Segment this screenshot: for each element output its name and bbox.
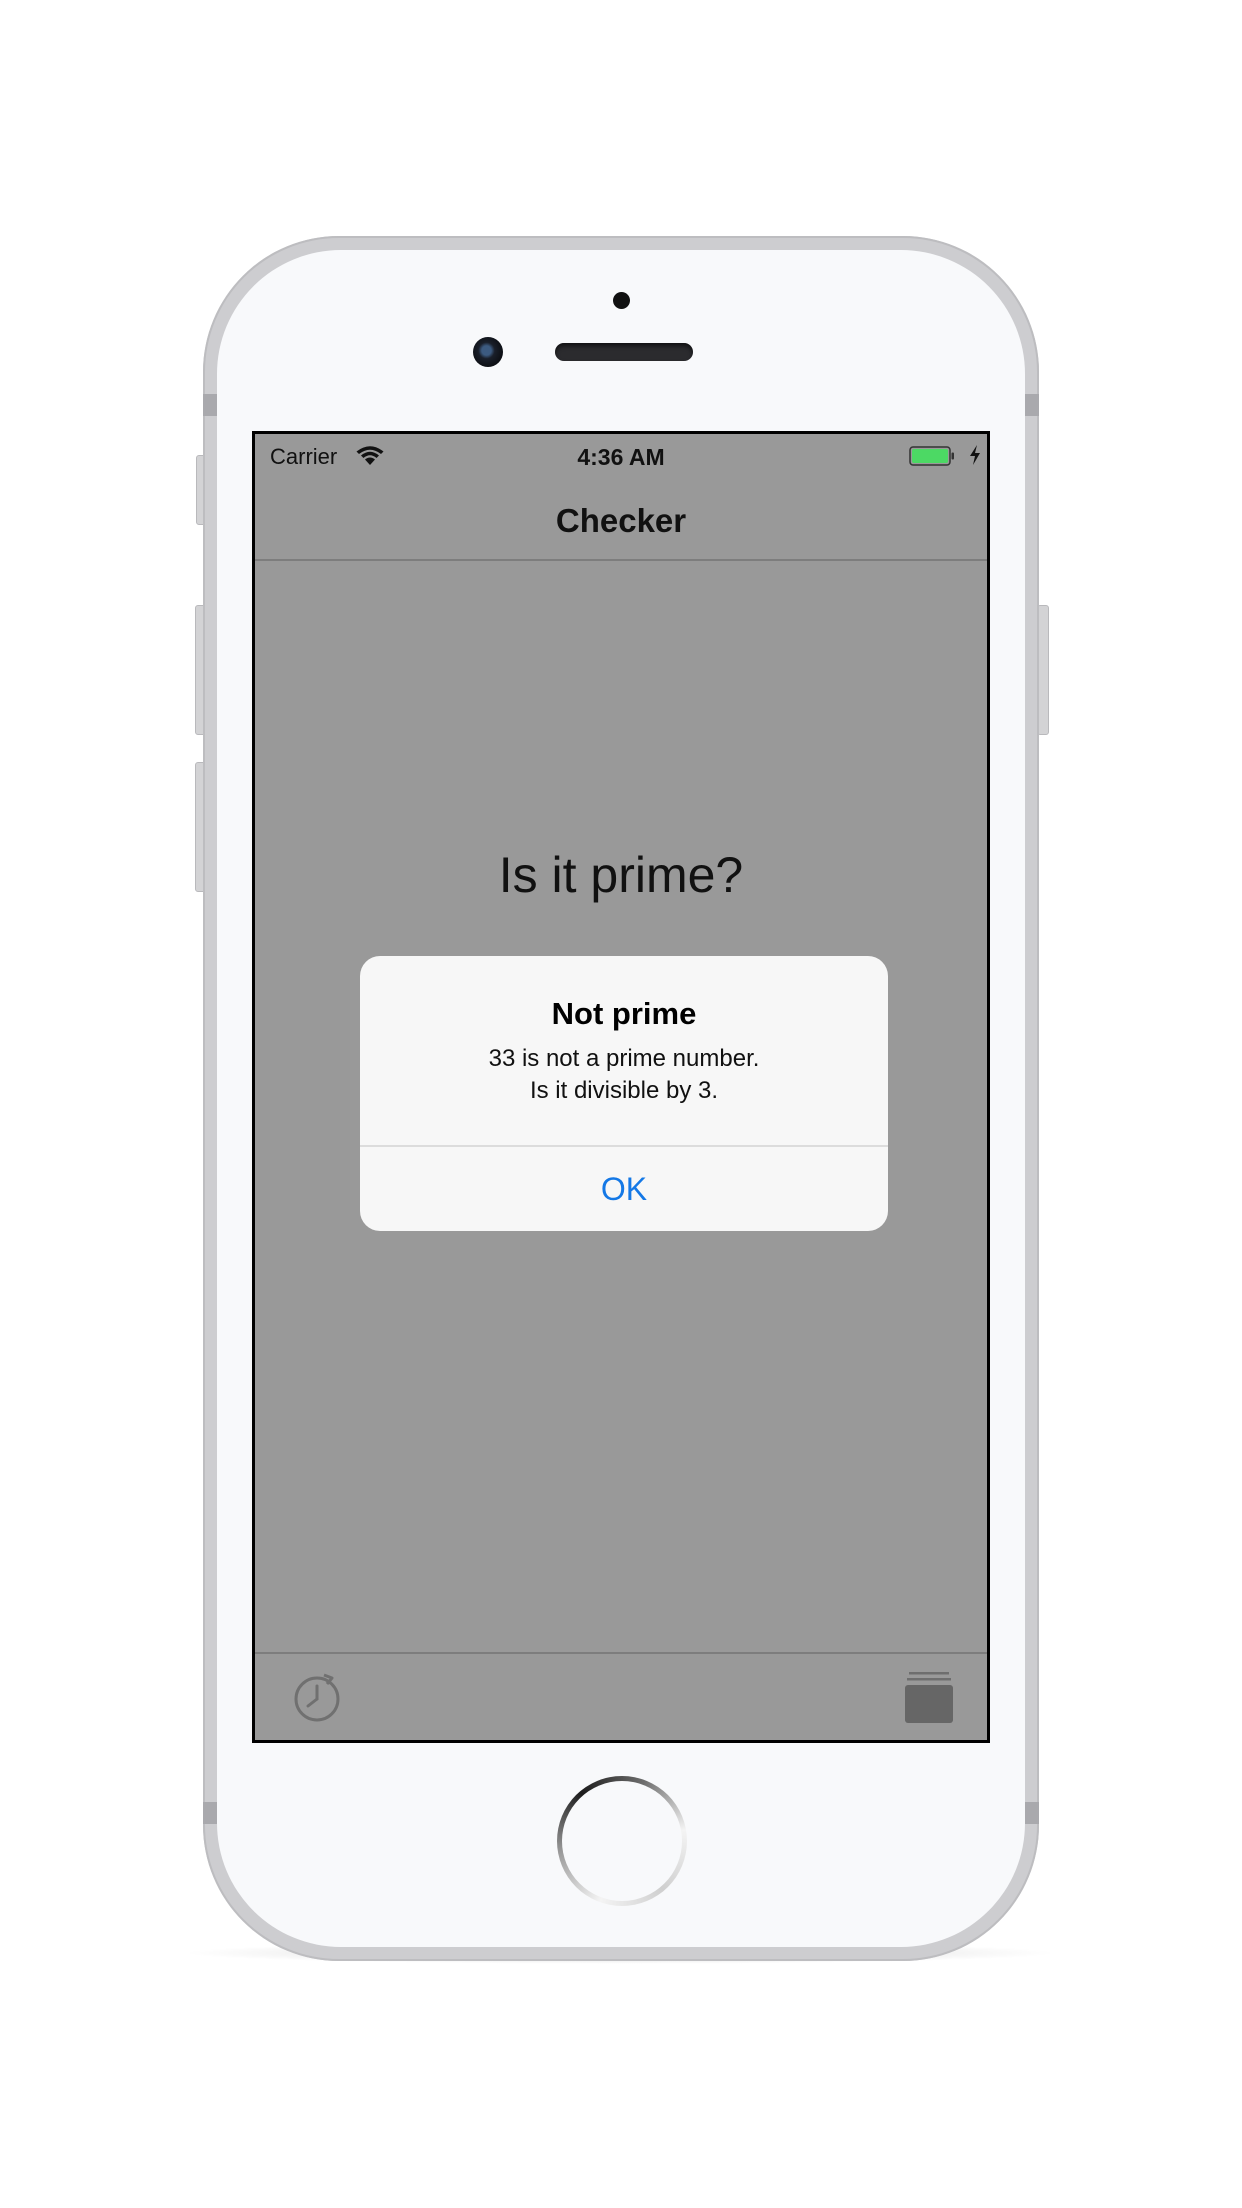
home-button[interactable] — [557, 1776, 687, 1906]
charging-bolt-icon — [970, 445, 980, 465]
antenna-band — [1025, 1802, 1039, 1824]
app-screen: Carrier 4:36 AM Checker Is it prime? Not… — [252, 431, 990, 1743]
alert-message: 33 is not a prime number. Is it divisibl… — [360, 1043, 888, 1107]
proximity-sensor — [613, 292, 630, 309]
stack-icon[interactable] — [903, 1670, 955, 1726]
nav-title: Checker — [555, 502, 687, 539]
ok-button[interactable]: OK — [360, 1147, 888, 1231]
bottom-toolbar — [255, 1652, 987, 1740]
earpiece-speaker — [555, 343, 693, 361]
alert-dialog: Not prime 33 is not a prime number. Is i… — [360, 956, 888, 1231]
antenna-band — [1025, 394, 1039, 416]
antenna-band — [203, 394, 217, 416]
alert-message-line: 33 is not a prime number. — [488, 1045, 760, 1072]
alert-message-line: Is it divisible by 3. — [529, 1077, 719, 1104]
navigation-bar: Checker — [255, 474, 987, 561]
history-icon[interactable] — [291, 1672, 343, 1724]
alert-title: Not prime — [551, 996, 697, 1031]
battery-icon — [909, 446, 954, 466]
status-time: 4:36 AM — [577, 444, 665, 470]
antenna-band — [203, 1802, 217, 1824]
status-bar: Carrier 4:36 AM — [255, 434, 987, 474]
front-camera-icon — [473, 337, 503, 367]
question-label: Is it prime? — [498, 847, 744, 903]
